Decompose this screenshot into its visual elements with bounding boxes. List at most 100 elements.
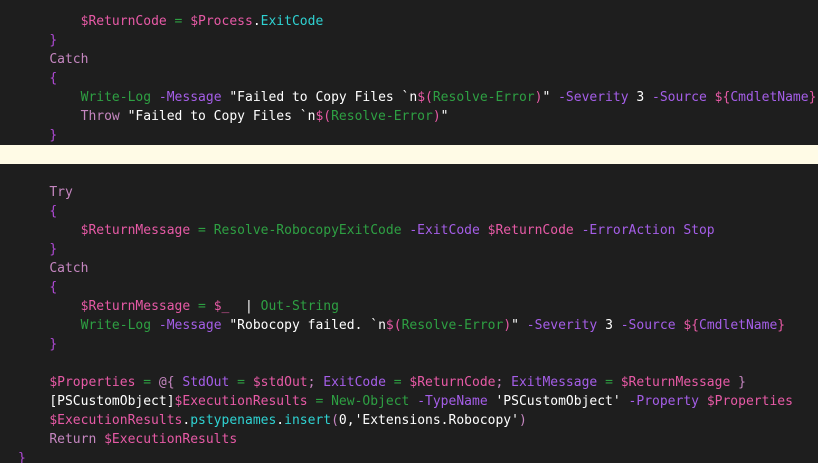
token-subexpr: Resolve-Error xyxy=(432,90,535,105)
token-operator: = xyxy=(198,299,206,314)
token-variable: ${ xyxy=(714,90,731,105)
token-variable: $Process xyxy=(190,14,253,29)
token-keyword: Return xyxy=(49,432,97,447)
token-variable: ) xyxy=(432,109,441,124)
token-parameter: ExitMessage xyxy=(511,375,598,390)
code-line[interactable]: { xyxy=(0,202,818,221)
code-line[interactable]: $ReturnCode = $Process.ExitCode xyxy=(0,12,818,31)
token-brace: } xyxy=(18,451,26,463)
token-operator: = xyxy=(237,375,245,390)
token-variable: $_ xyxy=(213,299,230,314)
code-line[interactable]: $ReturnMessage = $_ | Out-String xyxy=(0,297,818,316)
code-line[interactable]: } xyxy=(0,240,818,259)
code-editor[interactable]: $ReturnCode = $Process.ExitCode } Catch … xyxy=(0,0,818,463)
token-plain: . xyxy=(252,14,261,29)
token-operator: = xyxy=(198,223,206,238)
token-cmdlet: Out-String xyxy=(260,299,339,314)
code-line[interactable]: } xyxy=(0,449,818,463)
token-parameter: -Message xyxy=(158,318,222,333)
token-variable: } xyxy=(777,318,786,333)
code-line[interactable]: Write-Log -Message "Robocopy failed. `n$… xyxy=(0,316,818,335)
token-variable: ${ xyxy=(683,318,700,333)
token-operator: = xyxy=(393,375,402,390)
token-variable: $ReturnMessage xyxy=(80,223,191,238)
token-variable: $ExecutionResults xyxy=(174,394,308,409)
token-variable: $( xyxy=(315,109,332,124)
token-cmdlet: New-Object xyxy=(331,394,410,409)
token-subexpr: Resolve-Error xyxy=(401,318,504,333)
code-line[interactable]: $ReturnMessage = Resolve-RobocopyExitCod… xyxy=(0,221,818,240)
token-brace: { xyxy=(49,204,58,219)
token-variable: $ReturnCode xyxy=(409,375,496,390)
token-plain: . xyxy=(276,413,285,428)
token-keyword: ( xyxy=(331,413,339,428)
token-variable: $ExecutionResults xyxy=(104,432,238,447)
token-parameter: -Severity xyxy=(558,90,629,105)
code-line[interactable]: } xyxy=(0,31,818,50)
code-line[interactable]: $ExecutionResults.pstypenames.insert(0,'… xyxy=(0,411,818,430)
current-line-highlight[interactable] xyxy=(0,145,818,164)
code-line[interactable] xyxy=(0,164,818,183)
token-variable: $ReturnCode xyxy=(487,223,574,238)
token-parameter: -Severity xyxy=(526,318,598,333)
code-line[interactable]: } xyxy=(0,335,818,354)
code-line[interactable]: [PSCustomObject]$ExecutionResults = New-… xyxy=(0,392,818,411)
token-keyword: Try xyxy=(49,185,73,200)
code-line[interactable]: Write-Log -Message "Failed to Copy Files… xyxy=(0,88,818,107)
token-variable: $stdOut xyxy=(252,375,308,390)
token-brace: } xyxy=(49,242,58,257)
token-brace: } xyxy=(49,337,58,352)
code-line[interactable]: Throw "Failed to Copy Files `n$(Resolve-… xyxy=(0,107,818,126)
token-number: 3 xyxy=(605,318,613,333)
code-line[interactable]: Return $ExecutionResults xyxy=(0,430,818,449)
token-variable: $ReturnCode xyxy=(80,14,167,29)
code-line[interactable]: } xyxy=(0,126,818,145)
token-parameter: -TypeName xyxy=(417,394,488,409)
token-variable: } xyxy=(808,90,817,105)
token-variable: $ExecutionResults xyxy=(49,413,183,428)
token-variable: $Properties xyxy=(49,375,136,390)
code-line[interactable]: Catch xyxy=(0,50,818,69)
token-keyword: Catch xyxy=(49,261,89,276)
code-line[interactable] xyxy=(0,354,818,373)
token-parameter: -Source xyxy=(620,318,676,333)
token-property: ExitCode xyxy=(260,14,324,29)
token-variable: $Properties xyxy=(706,394,793,409)
code-line[interactable]: Try xyxy=(0,183,818,202)
token-variable: $ReturnMessage xyxy=(80,299,191,314)
token-string: " xyxy=(511,318,519,333)
token-parameter: Stop xyxy=(683,223,715,238)
code-line[interactable]: Catch xyxy=(0,259,818,278)
code-line[interactable]: { xyxy=(0,278,818,297)
token-keyword: ) xyxy=(518,413,527,428)
token-keyword: Throw xyxy=(80,109,120,124)
token-string: "Failed to Copy Files `n xyxy=(127,109,316,124)
code-line[interactable]: $Properties = @{ StdOut = $stdOut; ExitC… xyxy=(0,373,818,392)
code-line[interactable]: { xyxy=(0,69,818,88)
